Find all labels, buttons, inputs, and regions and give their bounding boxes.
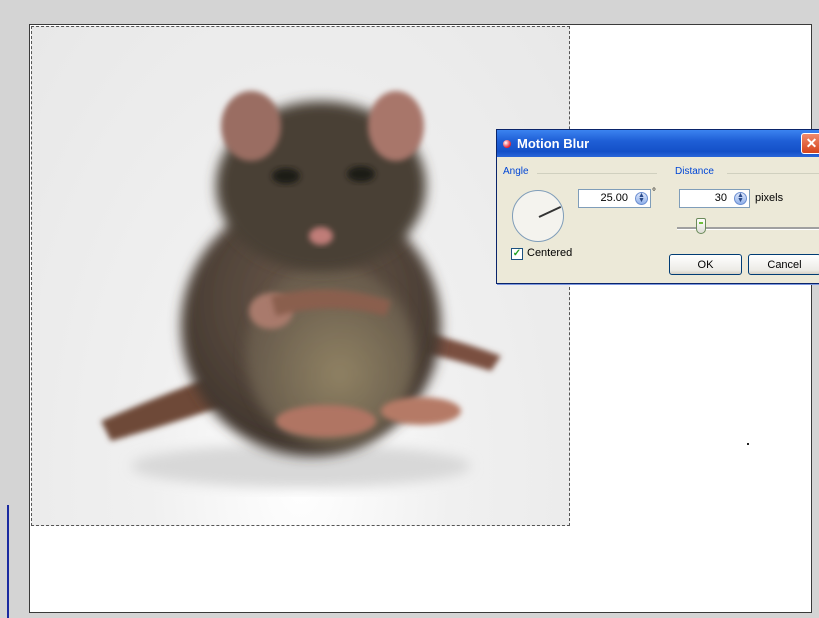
mouse-image bbox=[101, 91, 501, 488]
angle-value: 25.00 bbox=[600, 192, 628, 204]
centered-label: Centered bbox=[527, 247, 573, 259]
angle-dial[interactable] bbox=[512, 190, 564, 242]
distance-group-divider bbox=[727, 173, 819, 174]
degree-symbol: ° bbox=[652, 187, 656, 198]
dialog-titlebar[interactable]: Motion Blur ✕ bbox=[497, 130, 819, 157]
angle-group-label: Angle bbox=[503, 166, 529, 177]
distance-group-label: Distance bbox=[675, 166, 714, 177]
canvas-dot bbox=[747, 443, 749, 445]
photo-blurred-mouse bbox=[31, 26, 570, 526]
motion-blur-dialog: Motion Blur ✕ Angle Distance 25.00 ▲ ▼ ° … bbox=[496, 129, 819, 284]
window-edge bbox=[7, 505, 9, 618]
angle-spinner-icon[interactable]: ▲ ▼ bbox=[635, 192, 648, 205]
distance-spinner-icon[interactable]: ▲ ▼ bbox=[734, 192, 747, 205]
close-button[interactable]: ✕ bbox=[801, 133, 819, 154]
ok-button[interactable]: OK bbox=[669, 254, 742, 275]
angle-group-divider bbox=[537, 173, 657, 174]
distance-slider-thumb[interactable] bbox=[696, 218, 706, 234]
distance-value: 30 bbox=[714, 192, 727, 204]
motion-blur-icon bbox=[503, 139, 511, 148]
close-icon: ✕ bbox=[805, 135, 818, 151]
angle-input[interactable]: 25.00 ▲ ▼ bbox=[578, 189, 651, 208]
angle-needle bbox=[538, 205, 562, 218]
centered-checkbox[interactable]: ✓ bbox=[511, 248, 523, 260]
distance-input[interactable]: 30 ▲ ▼ bbox=[679, 189, 750, 208]
dialog-title: Motion Blur bbox=[517, 136, 590, 151]
ok-button-label: OK bbox=[697, 258, 714, 271]
cancel-button[interactable]: Cancel bbox=[748, 254, 819, 275]
distance-unit: pixels bbox=[755, 192, 784, 204]
cancel-button-label: Cancel bbox=[767, 258, 802, 271]
